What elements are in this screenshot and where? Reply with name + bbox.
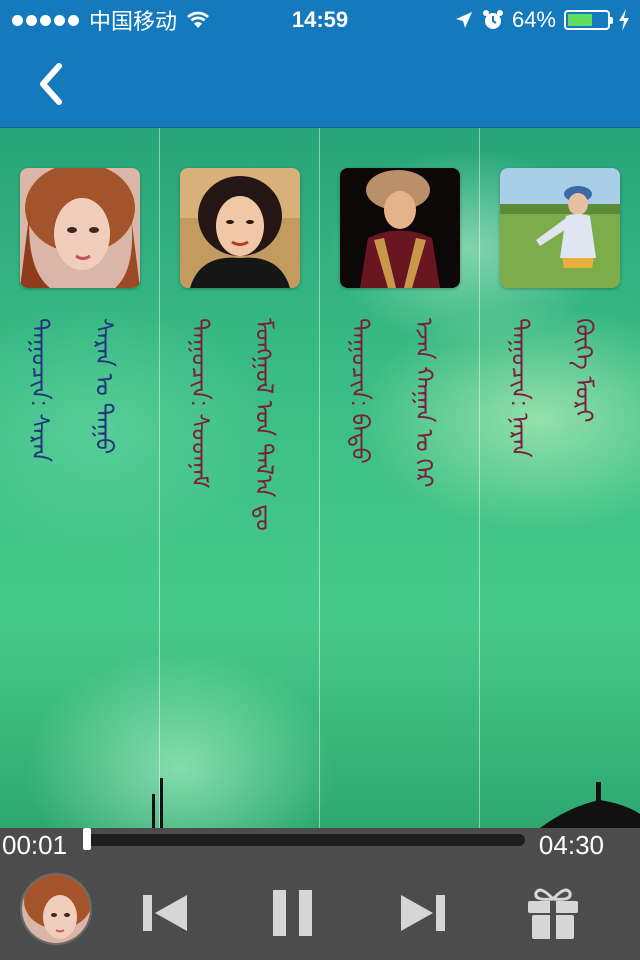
- wifi-icon: [187, 11, 210, 28]
- song-item[interactable]: ᠳᠠᠭᠤᠴᠢᠨ: ᠰᠣᠳᠨᠠᠮ ᠮᠣᠩᠭᠣᠯ ᠤᠨ ᠲᠠᠯ᠎ᠠ ᠳᠤ: [160, 128, 320, 828]
- navigation-bar: [0, 40, 640, 128]
- pause-button[interactable]: [258, 868, 328, 958]
- next-button[interactable]: [388, 868, 458, 958]
- song-title: ᠡᠵᠡᠨ ᠬᠠᠭᠠᠨ ᠤ ᠭᠡᠷ: [410, 318, 437, 488]
- song-list: ᠳᠠᠭᠤᠴᠢᠨ: ᠰᠠᠷᠠᠨ ᠰᠠᠷᠠᠨ ᠤ ᠳᠠᠭᠤ ᠳᠠᠭᠤᠴᠢᠨ: ᠰᠣᠳ…: [0, 128, 640, 828]
- pause-icon: [273, 890, 312, 936]
- yurt-silhouette-decoration: [540, 782, 640, 828]
- song-title: ᠰᠠᠷᠠᠨ ᠤ ᠳᠠᠭᠤ: [90, 318, 117, 455]
- song-title: ᠬᠦᠬᠡ ᠮᠣᠷᠢ: [570, 318, 597, 423]
- song-item[interactable]: ᠳᠠᠭᠤᠴᠢᠨ: ᠪᠠᠲᠤ ᠡᠵᠡᠨ ᠬᠠᠭᠠᠨ ᠤ ᠭᠡᠷ: [320, 128, 480, 828]
- carrier-name: 中国移动: [89, 9, 178, 34]
- chevron-left-icon: [40, 63, 62, 105]
- song-item[interactable]: ᠳᠠᠭᠤᠴᠢᠨ: ᠨᠠᠷᠠᠨ ᠬᠦᠬᠡ ᠮᠣᠷᠢ: [480, 128, 640, 828]
- progress-thumb[interactable]: [82, 828, 91, 850]
- back-button[interactable]: [20, 54, 80, 114]
- artist-name: ᠳᠠᠭᠤᠴᠢᠨ: ᠰᠠᠷᠠᠨ: [26, 318, 53, 463]
- previous-icon: [143, 895, 187, 931]
- alarm-icon: [482, 10, 503, 29]
- artist-photo[interactable]: [500, 168, 620, 288]
- previous-button[interactable]: [130, 868, 200, 958]
- next-icon: [401, 895, 445, 931]
- gift-button[interactable]: [518, 868, 588, 958]
- artist-name: ᠳᠠᠭᠤᠴᠢᠨ: ᠰᠣᠳᠨᠠᠮ: [186, 318, 213, 489]
- artist-name: ᠳᠠᠭᠤᠴᠢᠨ: ᠨᠠᠷᠠᠨ: [506, 318, 533, 458]
- location-arrow-icon: [455, 12, 472, 28]
- artist-name: ᠳᠠᠭᠤᠴᠢᠨ: ᠪᠠᠲᠤ: [346, 318, 373, 464]
- battery-icon: [564, 10, 613, 30]
- charging-icon: [619, 9, 629, 31]
- song-item[interactable]: ᠳᠠᠭᠤᠴᠢᠨ: ᠰᠠᠷᠠᠨ ᠰᠠᠷᠠᠨ ᠤ ᠳᠠᠭᠤ: [0, 128, 160, 828]
- player-bar: 00:01 04:30: [0, 828, 640, 960]
- time-total: 04:30: [538, 830, 604, 860]
- artist-photo[interactable]: [20, 168, 140, 288]
- signal-strength-icon: [12, 14, 79, 26]
- gift-icon: [528, 888, 578, 939]
- progress-slider[interactable]: [85, 834, 525, 846]
- song-title: ᠮᠣᠩᠭᠣᠯ ᠤᠨ ᠲᠠᠯ᠎ᠠ ᠳᠤ: [250, 318, 277, 531]
- artist-photo[interactable]: [180, 168, 300, 288]
- artist-photo[interactable]: [340, 168, 460, 288]
- playback-controls: [0, 868, 640, 958]
- time-elapsed: 00:01: [2, 830, 68, 860]
- status-bar: 中国移动 14:59 64%: [0, 0, 640, 40]
- battery-percent: 64%: [511, 7, 556, 32]
- battery-level: [568, 14, 593, 26]
- now-playing-avatar[interactable]: [20, 873, 92, 945]
- silhouette-decoration: [152, 778, 163, 828]
